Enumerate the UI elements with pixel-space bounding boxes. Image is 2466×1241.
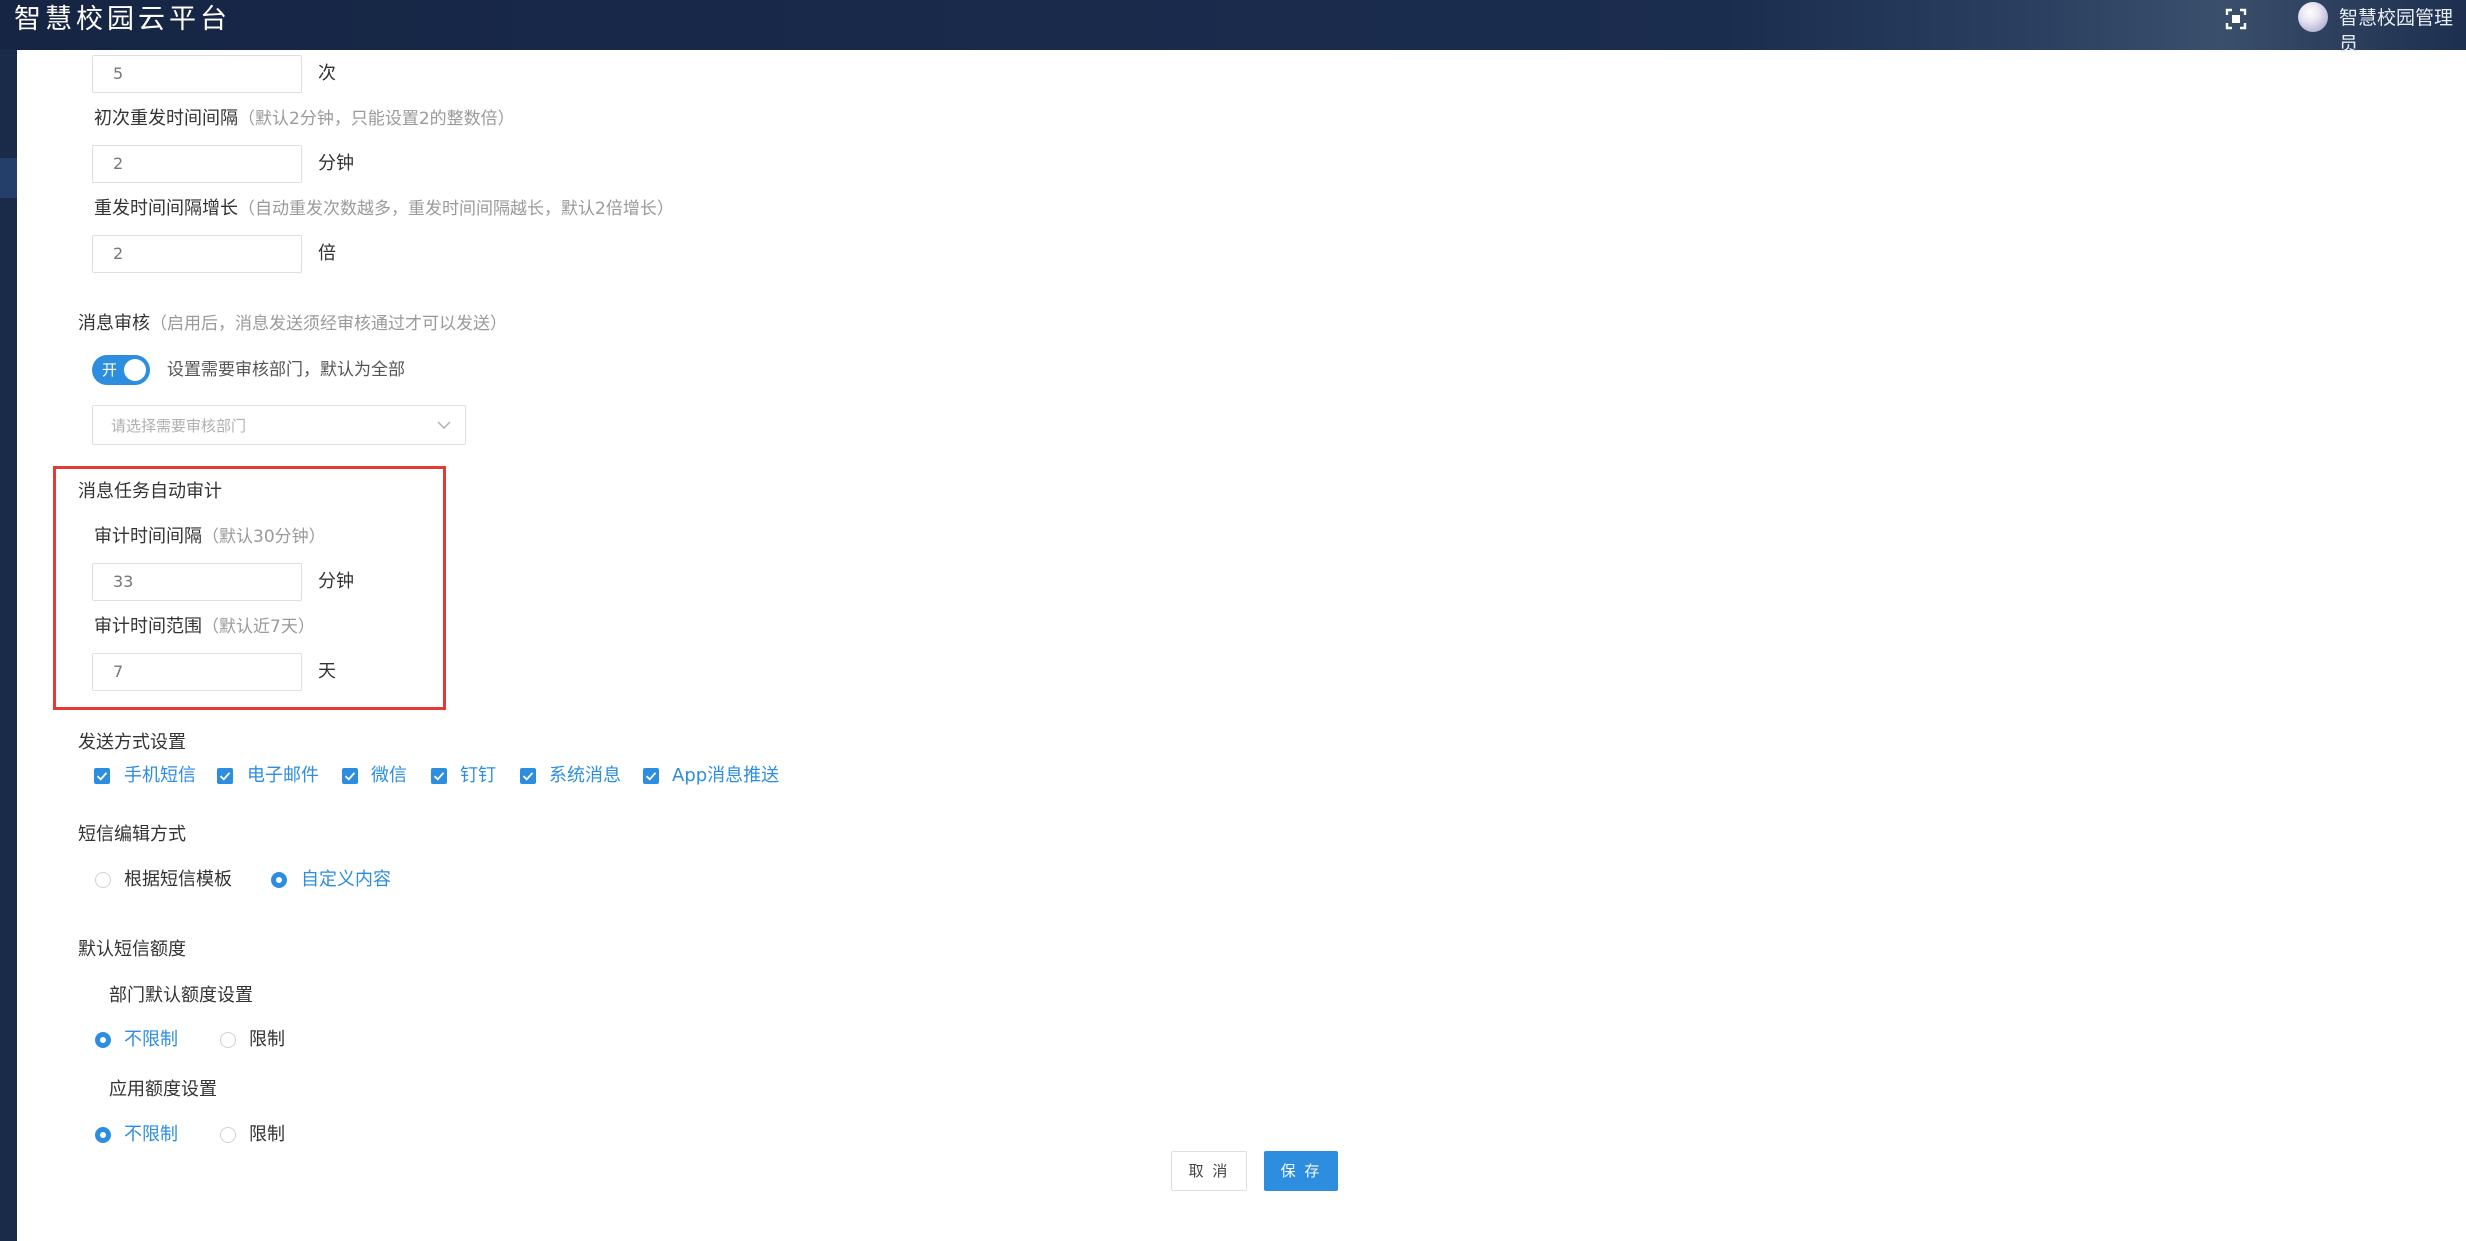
checkbox-dingtalk[interactable] [431,768,447,784]
initial-interval-hint: （默认2分钟，只能设置2的整数倍） [238,109,515,129]
audit-interval-hint: （默认30分钟） [202,527,326,547]
review-toggle[interactable]: 开 [92,355,150,385]
audit-range-hint: （默认近7天） [202,617,315,637]
user-name[interactable]: 智慧校园管理员 [2339,5,2466,57]
quota-title: 默认短信额度 [78,939,186,960]
review-dept-placeholder: 请选择需要审核部门 [111,417,247,435]
radio-sms-custom-label[interactable]: 自定义内容 [301,868,391,892]
radio-dept-limited[interactable] [220,1032,236,1048]
cancel-button[interactable]: 取 消 [1171,1151,1247,1191]
review-section-title: 消息审核（启用后，消息发送须经审核通过才可以发送） [78,313,507,334]
avatar[interactable] [2298,2,2328,32]
checkbox-wechat[interactable] [342,768,358,784]
radio-dept-unlimited[interactable] [95,1032,111,1048]
resend-count-unit: 次 [318,63,336,84]
audit-range-label: 审计时间范围（默认近7天） [94,616,315,637]
option-wechat-label[interactable]: 微信 [371,764,407,788]
check-icon [522,772,534,781]
interval-growth-label: 重发时间间隔增长（自动重发次数越多，重发时间间隔越长，默认2倍增长） [94,198,674,219]
audit-interval-input[interactable]: 33 [92,563,302,601]
checkbox-system-msg[interactable] [520,768,536,784]
checkbox-sms[interactable] [94,768,110,784]
check-icon [344,772,356,781]
audit-range-unit: 天 [318,661,336,682]
audit-interval-unit: 分钟 [318,571,354,592]
sms-edit-title: 短信编辑方式 [78,824,186,845]
radio-sms-custom[interactable] [271,872,287,888]
radio-sms-template[interactable] [95,872,111,888]
check-icon [645,772,657,781]
app-title: 智慧校园云平台 [14,4,231,35]
sidebar-rail [0,50,17,1241]
sidebar-active-marker [0,158,17,198]
initial-interval-input[interactable]: 2 [92,145,302,183]
initial-interval-unit: 分钟 [318,153,354,174]
dept-quota-title: 部门默认额度设置 [109,985,253,1006]
resend-count-input[interactable]: 5 [92,55,302,93]
checkbox-app-push[interactable] [643,768,659,784]
radio-app-limited[interactable] [220,1127,236,1143]
send-methods-title: 发送方式设置 [78,732,186,753]
radio-app-unlimited-label[interactable]: 不限制 [124,1123,178,1147]
check-icon [219,772,231,781]
option-dingtalk-label[interactable]: 钉钉 [460,764,496,788]
option-sms-label[interactable]: 手机短信 [124,764,196,788]
check-icon [433,772,445,781]
radio-dept-unlimited-label[interactable]: 不限制 [124,1028,178,1052]
review-hint: （启用后，消息发送须经审核通过才可以发送） [150,314,507,334]
option-app-push-label[interactable]: App消息推送 [672,764,779,788]
fullscreen-icon[interactable] [2223,6,2249,32]
chevron-down-icon [437,421,451,430]
option-system-msg-label[interactable]: 系统消息 [549,764,621,788]
interval-growth-unit: 倍 [318,243,336,264]
radio-app-unlimited[interactable] [95,1127,111,1143]
review-dept-select[interactable]: 请选择需要审核部门 [92,405,466,445]
top-header: 智慧校园云平台 智慧校园管理员 [0,0,2466,55]
initial-interval-label: 初次重发时间间隔（默认2分钟，只能设置2的整数倍） [94,108,515,129]
save-button[interactable]: 保 存 [1264,1151,1338,1191]
audit-range-input[interactable]: 7 [92,653,302,691]
check-icon [96,772,108,781]
app-quota-title: 应用额度设置 [109,1079,217,1100]
option-email-label[interactable]: 电子邮件 [247,764,319,788]
checkbox-email[interactable] [217,768,233,784]
toggle-knob [124,359,146,381]
interval-growth-input[interactable]: 2 [92,235,302,273]
review-toggle-desc: 设置需要审核部门，默认为全部 [167,360,405,380]
audit-interval-label: 审计时间间隔（默认30分钟） [94,526,326,547]
interval-growth-hint: （自动重发次数越多，重发时间间隔越长，默认2倍增长） [238,199,674,219]
radio-app-limited-label[interactable]: 限制 [249,1123,285,1147]
radio-sms-template-label[interactable]: 根据短信模板 [124,868,232,892]
audit-section-title: 消息任务自动审计 [78,481,222,502]
toggle-label: 开 [102,361,118,379]
radio-dept-limited-label[interactable]: 限制 [249,1028,285,1052]
